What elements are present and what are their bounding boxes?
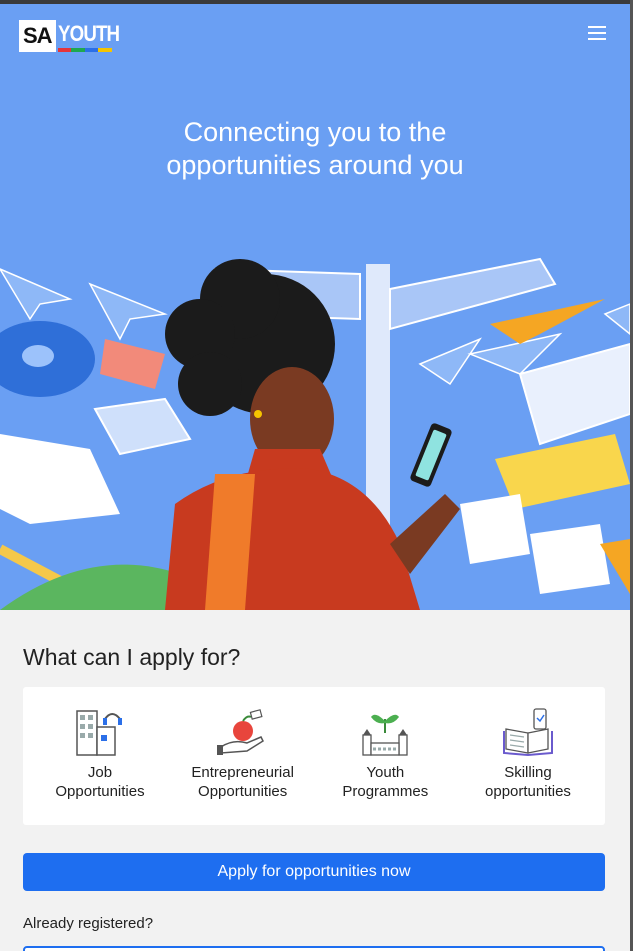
section-title: What can I apply for? xyxy=(23,644,241,670)
apply-for-opportunities-button[interactable]: Apply for opportunities now xyxy=(23,853,605,891)
open-book-icon xyxy=(0,434,120,524)
category-label: Skilling opportunities xyxy=(485,763,571,801)
category-entrepreneurial-opportunities[interactable]: Entrepreneurial Opportunities xyxy=(178,707,308,825)
pink-envelope-icon xyxy=(100,339,165,389)
category-label: Entrepreneurial Opportunities xyxy=(191,763,294,801)
hand-holding-apple-icon xyxy=(216,709,264,755)
hero-headline-line2: opportunities around you xyxy=(166,150,464,180)
envelope-icon xyxy=(93,397,192,456)
category-label: Job Opportunities xyxy=(55,763,144,801)
category-label-line2: Opportunities xyxy=(55,783,145,800)
category-job-opportunities[interactable]: Job Opportunities xyxy=(35,707,165,825)
category-youth-programmes[interactable]: Youth Programmes xyxy=(320,707,450,825)
category-label: Youth Programmes xyxy=(342,763,428,801)
green-hill xyxy=(0,564,180,610)
white-book-icon xyxy=(518,342,630,446)
category-label-line1: Skilling xyxy=(504,764,552,781)
office-building-headset-icon xyxy=(76,710,122,756)
logo-youth-block: YOUTH xyxy=(57,20,130,52)
hero-headline-line1: Connecting you to the xyxy=(183,117,447,147)
opportunity-categories: Job Opportunities Entrepreneurial Opport… xyxy=(23,687,605,825)
category-skilling-opportunities[interactable]: Skilling opportunities xyxy=(463,707,593,825)
category-label-line2: Opportunities xyxy=(198,783,288,800)
hero-illustration xyxy=(0,257,630,610)
hero-headline: Connecting you to the opportunities arou… xyxy=(0,116,630,182)
category-label-line1: Entrepreneurial xyxy=(191,764,294,781)
category-label-line2: Programmes xyxy=(342,783,429,800)
book-and-tablet-icon xyxy=(502,708,553,757)
category-label-line1: Youth xyxy=(366,764,405,781)
sprouting-plant-building-icon xyxy=(362,714,408,756)
hamburger-menu-icon[interactable] xyxy=(588,26,606,40)
category-label-line1: Job xyxy=(87,764,113,781)
logo-color-bars xyxy=(57,48,112,52)
hero-section: SA YOUTH Connecting you to the opportuni… xyxy=(0,4,630,610)
login-button[interactable] xyxy=(23,946,605,951)
logo-youth-text: YOUTH xyxy=(57,21,120,46)
app-frame: SA YOUTH Connecting you to the opportuni… xyxy=(0,4,630,951)
sa-youth-logo[interactable]: SA YOUTH xyxy=(19,20,130,52)
logo-sa-text: SA xyxy=(19,20,56,52)
already-registered-text: Already registered? xyxy=(23,915,154,932)
category-label-line2: opportunities xyxy=(485,783,571,800)
